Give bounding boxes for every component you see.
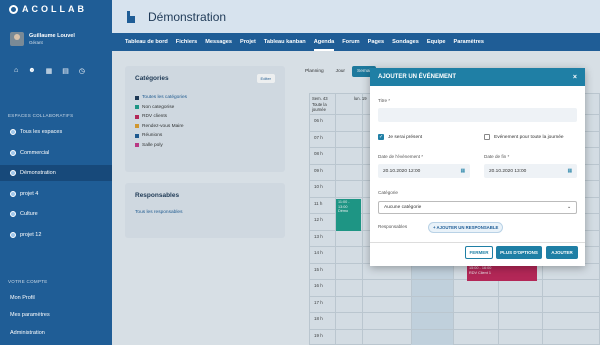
avatar <box>10 32 24 46</box>
tab-forum[interactable]: Forum <box>342 33 359 51</box>
page-title: Démonstration <box>148 10 227 24</box>
user-profile[interactable]: Guillaume Louvel Gérant <box>10 32 75 46</box>
calendar-icon[interactable]: ▦ <box>460 169 465 174</box>
sidebar-item-demonstration[interactable]: Démonstration <box>0 165 112 181</box>
document-icon[interactable]: ▤ <box>62 67 69 75</box>
tab-sondages[interactable]: Sondages <box>392 33 419 51</box>
user-role: Gérant <box>29 40 43 45</box>
category-field-label: Catégorie <box>378 190 398 195</box>
allday-checkbox[interactable] <box>484 134 490 140</box>
add-event-modal: AJOUTER UN ÉVÉNEMENT × Titre * ✓ Je sera… <box>370 68 585 266</box>
chevron-down-icon: ⌄ <box>566 205 571 210</box>
category-select-value: Aucune catégorie <box>384 205 422 210</box>
space-icon <box>10 170 16 176</box>
allday-label: Evénement pour toute la journée <box>494 134 564 140</box>
modal-title: AJOUTER UN ÉVÉNEMENT <box>378 74 457 80</box>
app-name: ACOLLAB <box>22 4 87 14</box>
clock-icon[interactable]: ◷ <box>79 67 85 75</box>
sidebar: ACOLLAB Guillaume Louvel Gérant ⌂ ☻ ▦ ▤ … <box>0 0 112 345</box>
tab-fichiers[interactable]: Fichiers <box>176 33 197 51</box>
start-date-value: 20.10.2020 12:00 <box>383 168 421 174</box>
tab-equipe[interactable]: Equipe <box>427 33 446 51</box>
calendar-icon[interactable]: ▦ <box>567 169 572 174</box>
space-icon <box>10 191 16 197</box>
sidebar-item-mes-parametres[interactable]: Mes paramètres <box>0 307 112 323</box>
collab-section-title: ESPACES COLLABORATIFS <box>8 113 74 118</box>
more-options-button[interactable]: PLUS D'OPTIONS <box>496 246 542 259</box>
tab-tableau-de-bord[interactable]: Tableau de bord <box>125 33 168 51</box>
calendar-icon[interactable]: ▦ <box>46 67 53 75</box>
close-button[interactable]: FERMER <box>465 246 493 259</box>
sidebar-item-commercial[interactable]: Commercial <box>0 145 112 161</box>
end-date-label: Date de fin * <box>484 154 510 159</box>
add-button[interactable]: AJOUTER <box>546 246 578 259</box>
sidebar-item-label: Culture <box>20 211 38 217</box>
space-icon <box>10 129 16 135</box>
sidebar-item-tous-les-espaces[interactable]: Tous les espaces <box>0 124 112 140</box>
close-icon[interactable]: × <box>573 74 577 81</box>
responsables-field-label: Responsables <box>378 224 408 229</box>
sidebar-item-label: Mon Profil <box>10 295 35 301</box>
sidebar-item-label: Administration <box>10 330 45 336</box>
end-date-field[interactable]: 20.10.2020 13:00 ▦ <box>484 164 577 178</box>
space-icon <box>10 211 16 217</box>
end-date-value: 20.10.2020 13:00 <box>489 168 527 174</box>
sidebar-item-label: projet 12 <box>20 232 42 238</box>
tab-messages[interactable]: Messages <box>205 33 232 51</box>
start-date-field[interactable]: 20.10.2020 12:00 ▦ <box>378 164 470 178</box>
add-responsable-button[interactable]: + AJOUTER UN RESPONSABLE <box>428 222 504 233</box>
sidebar-item-projet-4[interactable]: projet 4 <box>0 186 112 202</box>
logo-icon <box>9 4 18 14</box>
start-date-label: Date de l'évènement * <box>378 154 424 159</box>
sidebar-item-label: Commercial <box>20 150 50 156</box>
tab-tableau-kanban[interactable]: Tableau kanban <box>264 33 306 51</box>
sidebar-item-culture[interactable]: Culture <box>0 206 112 222</box>
present-checkbox-row[interactable]: ✓ Je serai présent <box>378 134 422 140</box>
app-logo[interactable]: ACOLLAB <box>9 4 87 14</box>
present-label: Je serai présent <box>388 134 423 140</box>
category-select[interactable]: Aucune catégorie ⌄ <box>378 201 577 214</box>
allday-checkbox-row[interactable]: Evénement pour toute la journée <box>484 134 564 140</box>
sidebar-item-label: Mes paramètres <box>10 312 50 318</box>
tab-parametres[interactable]: Paramètres <box>454 33 484 51</box>
sidebar-item-label: projet 4 <box>20 191 39 197</box>
users-icon[interactable]: ☻ <box>28 67 35 75</box>
sidebar-item-administration[interactable]: Administration <box>0 325 112 341</box>
space-icon <box>10 150 16 156</box>
sidebar-item-mon-profil[interactable]: Mon Profil <box>0 290 112 306</box>
title-field-label: Titre * <box>378 98 391 103</box>
main-nav: Tableau de bord Fichiers Messages Projet… <box>112 33 600 51</box>
sidebar-item-projet-12[interactable]: projet 12 <box>0 227 112 243</box>
account-section-title: VOTRE COMPTE <box>8 279 48 284</box>
home-icon[interactable]: ⌂ <box>14 67 18 75</box>
tab-agenda[interactable]: Agenda <box>313 33 335 51</box>
page-header: Démonstration <box>112 0 600 33</box>
space-icon <box>10 232 16 238</box>
sidebar-item-label: Tous les espaces <box>20 129 63 135</box>
tab-projet[interactable]: Projet <box>240 33 256 51</box>
space-logo-icon <box>127 11 135 23</box>
modal-divider <box>370 242 585 243</box>
tab-pages[interactable]: Pages <box>368 33 384 51</box>
title-input[interactable] <box>378 108 577 122</box>
sidebar-item-label: Démonstration <box>20 170 56 176</box>
present-checkbox[interactable]: ✓ <box>378 134 384 140</box>
quick-icons: ⌂ ☻ ▦ ▤ ◷ <box>14 67 85 75</box>
modal-header: AJOUTER UN ÉVÉNEMENT × <box>370 68 585 86</box>
user-name: Guillaume Louvel <box>29 33 75 39</box>
